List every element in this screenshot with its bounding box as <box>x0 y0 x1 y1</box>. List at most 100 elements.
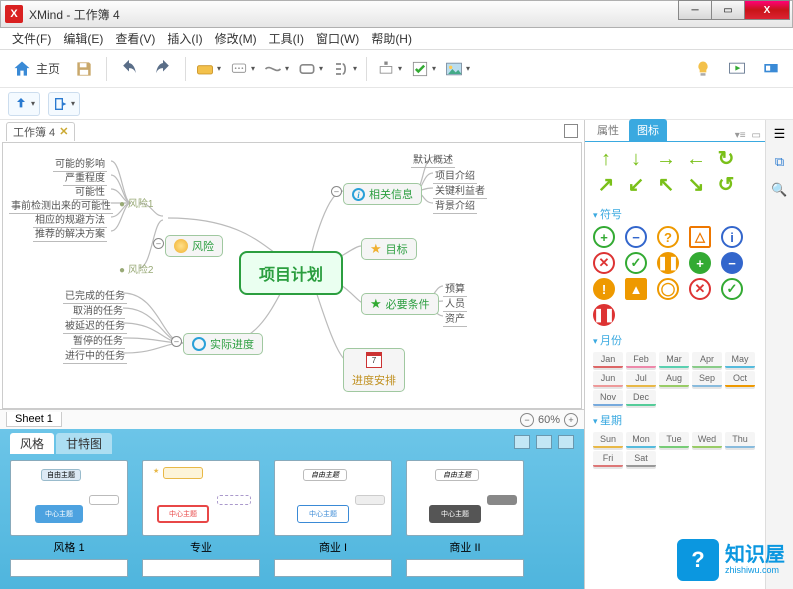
zoom-out-button[interactable]: − <box>520 413 534 427</box>
canvas-tab[interactable]: 工作簿 4 ✕ <box>6 122 75 141</box>
month-may[interactable]: May <box>725 352 755 368</box>
canvas-maximize-icon[interactable] <box>564 124 578 138</box>
arrow-dl-icon[interactable]: ↙ <box>623 174 649 196</box>
style-thumb-8[interactable] <box>406 559 524 577</box>
style-thumb-6[interactable] <box>142 559 260 577</box>
sym-pause-r[interactable]: ❚❚ <box>593 304 615 326</box>
sym-plus[interactable]: + <box>593 226 615 248</box>
month-mar[interactable]: Mar <box>659 352 689 368</box>
node-sched[interactable]: 7进度安排 <box>343 348 405 392</box>
mindmap-canvas[interactable]: 项目计划 i相关信息 – 默认概述 项目介绍 关键利益者 背景介绍 ★目标 ★必… <box>2 142 582 409</box>
week-wed[interactable]: Wed <box>692 432 722 448</box>
sym-warn[interactable]: △ <box>689 226 711 248</box>
section-symbol[interactable]: 符号 <box>593 206 757 222</box>
arrow-down-icon[interactable]: ↓ <box>623 148 649 170</box>
sym-x2[interactable]: ✕ <box>689 278 711 300</box>
arrow-up-icon[interactable]: ↑ <box>593 148 619 170</box>
node-prog[interactable]: 实际进度 <box>183 333 263 355</box>
month-jul[interactable]: Jul <box>626 371 656 387</box>
menu-insert[interactable]: 插入(I) <box>161 28 208 49</box>
canvas-tab-close-icon[interactable]: ✕ <box>59 125 68 138</box>
export-right-button[interactable] <box>48 92 80 116</box>
redo-button[interactable] <box>149 55 177 83</box>
sym-quest[interactable]: ? <box>657 226 679 248</box>
present-button[interactable] <box>723 55 751 83</box>
idea-button[interactable] <box>689 55 717 83</box>
week-thu[interactable]: Thu <box>725 432 755 448</box>
rail-outline-icon[interactable]: ☰ <box>770 124 790 144</box>
sym-check2[interactable]: ✓ <box>721 278 743 300</box>
style-thumb-1[interactable]: 自由主题 中心主题 风格 1 <box>10 460 128 555</box>
week-mon[interactable]: Mon <box>626 432 656 448</box>
arrow-dr-icon[interactable]: ↘ <box>683 174 709 196</box>
panel-menu-icon[interactable]: ▾≡ <box>735 130 746 141</box>
node-center[interactable]: 项目计划 <box>239 251 343 295</box>
menu-help[interactable]: 帮助(H) <box>365 28 418 49</box>
sym-tri-f[interactable]: ▲ <box>625 278 647 300</box>
arrow-ccw-icon[interactable]: ↺ <box>713 174 739 196</box>
minimize-button[interactable]: ─ <box>678 0 712 20</box>
month-nov[interactable]: Nov <box>593 390 623 406</box>
rail-structure-icon[interactable]: ⧉ <box>770 152 790 172</box>
style-thumb-4[interactable]: 自由主题 中心主题 商业 II <box>406 460 524 555</box>
image-button[interactable] <box>443 55 471 83</box>
style-thumb-2[interactable]: ★ 中心主题 专业 <box>142 460 260 555</box>
share-button[interactable] <box>757 55 785 83</box>
menu-window[interactable]: 窗口(W) <box>310 28 365 49</box>
node-goal[interactable]: ★目标 <box>361 238 417 260</box>
expand-info-icon[interactable]: – <box>331 186 342 197</box>
band-tool-3[interactable] <box>558 435 574 449</box>
expand-risk-icon[interactable]: – <box>153 238 164 249</box>
week-fri[interactable]: Fri <box>593 451 623 467</box>
sym-info[interactable]: i <box>721 226 743 248</box>
leaf-info-0[interactable]: 默认概述 <box>411 151 455 168</box>
sym-plus-f[interactable]: + <box>689 252 711 274</box>
month-jan[interactable]: Jan <box>593 352 623 368</box>
month-aug[interactable]: Aug <box>659 371 689 387</box>
month-sep[interactable]: Sep <box>692 371 722 387</box>
menu-tools[interactable]: 工具(I) <box>263 28 310 49</box>
tab-gantt[interactable]: 甘特图 <box>56 433 112 454</box>
week-sun[interactable]: Sun <box>593 432 623 448</box>
sym-minus-f[interactable]: − <box>721 252 743 274</box>
sym-minus[interactable]: − <box>625 226 647 248</box>
sym-circ-o[interactable]: ◯ <box>657 278 679 300</box>
node-cond[interactable]: ★必要条件 <box>361 293 439 315</box>
style-thumb-7[interactable] <box>274 559 392 577</box>
leaf-p-4[interactable]: 进行中的任务 <box>63 347 127 364</box>
sym-check[interactable]: ✓ <box>625 252 647 274</box>
zoom-in-button[interactable]: + <box>564 413 578 427</box>
arrow-ur-icon[interactable]: ↗ <box>593 174 619 196</box>
home-button[interactable]: 主页 <box>8 55 64 83</box>
export-up-button[interactable] <box>8 92 40 116</box>
expand-prog-icon[interactable]: – <box>171 336 182 347</box>
rail-zoom-icon[interactable]: 🔍 <box>770 180 790 200</box>
marker-check-button[interactable] <box>409 55 437 83</box>
panel-min-icon[interactable]: ▭ <box>752 130 761 141</box>
menu-edit[interactable]: 编辑(E) <box>57 28 109 49</box>
leaf-r1-5[interactable]: 推荐的解决方案 <box>33 225 107 242</box>
arrow-ul-icon[interactable]: ↖ <box>653 174 679 196</box>
leaf-info-3[interactable]: 背景介绍 <box>433 197 477 214</box>
save-button[interactable] <box>70 55 98 83</box>
node-risk[interactable]: 风险 <box>165 235 223 257</box>
month-oct[interactable]: Oct <box>725 371 755 387</box>
callout-button[interactable] <box>228 55 256 83</box>
panel-body[interactable]: ↑ ↓ → ← ↻ ↗ ↙ ↖ ↘ ↺ 符号 + − ? △ i ✕ ✓ ❚❚ <box>585 142 765 589</box>
month-dec[interactable]: Dec <box>626 390 656 406</box>
arrow-cw-icon[interactable]: ↻ <box>713 148 739 170</box>
maximize-button[interactable]: ▭ <box>711 0 745 20</box>
risk1-label[interactable]: ● 风险1 <box>119 195 153 210</box>
band-tool-1[interactable] <box>514 435 530 449</box>
boundary-button[interactable] <box>296 55 324 83</box>
week-tue[interactable]: Tue <box>659 432 689 448</box>
section-week[interactable]: 星期 <box>593 412 757 428</box>
undo-button[interactable] <box>115 55 143 83</box>
close-button[interactable]: X <box>744 0 790 20</box>
menu-view[interactable]: 查看(V) <box>109 28 161 49</box>
arrow-right-icon[interactable]: → <box>653 148 679 170</box>
month-feb[interactable]: Feb <box>626 352 656 368</box>
tab-style[interactable]: 风格 <box>10 433 54 454</box>
topic-shape-button[interactable] <box>194 55 222 83</box>
sheet-tab[interactable]: Sheet 1 <box>6 412 62 427</box>
